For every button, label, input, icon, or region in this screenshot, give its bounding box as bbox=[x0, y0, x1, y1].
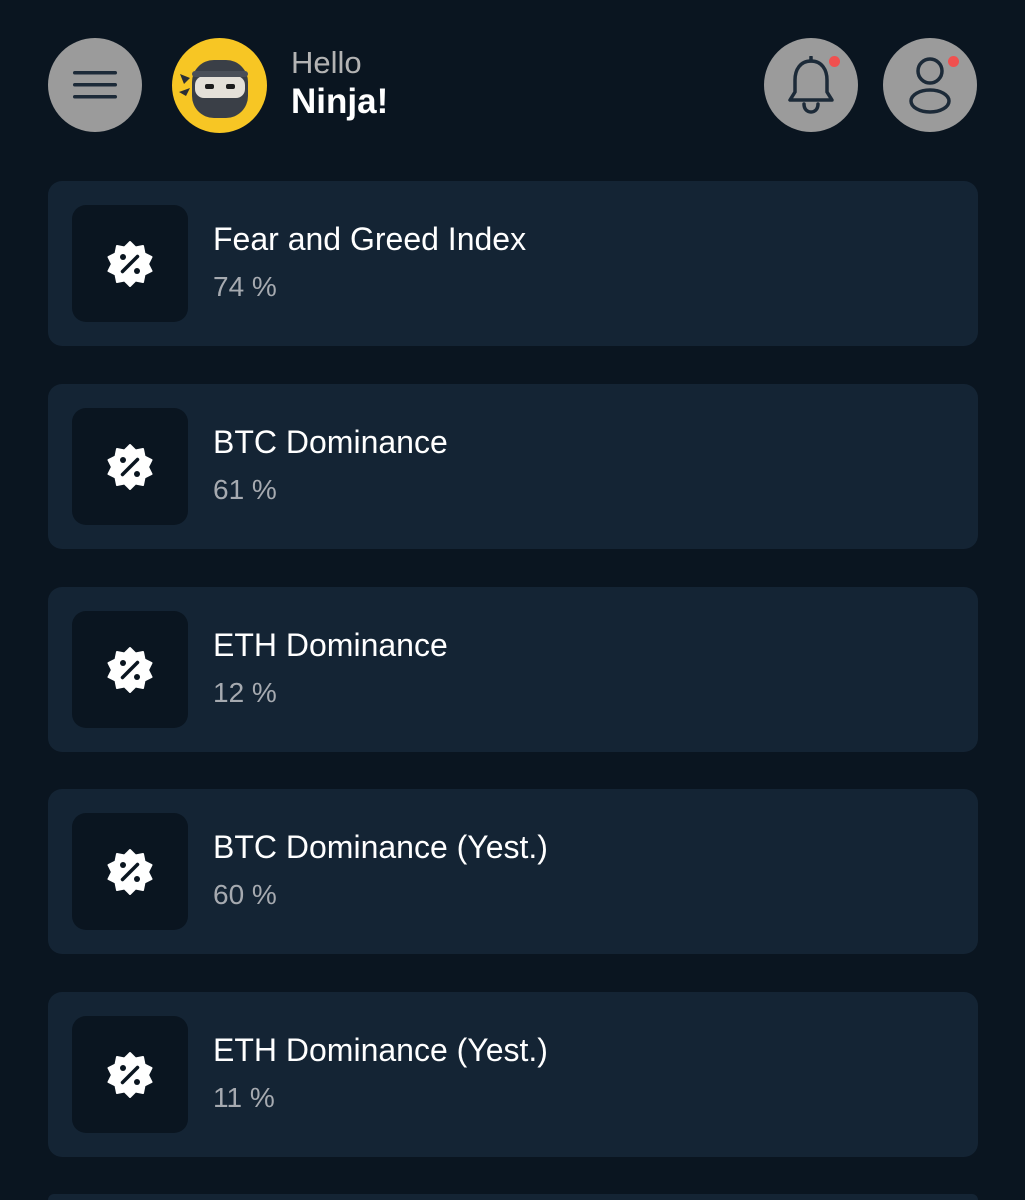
percent-badge-icon bbox=[107, 848, 153, 895]
percent-badge-icon bbox=[107, 1051, 153, 1098]
metric-icon-box bbox=[72, 1016, 188, 1133]
metric-value: 12 % bbox=[213, 677, 277, 708]
metric-value: 61 % bbox=[213, 474, 277, 505]
metric-icon-box bbox=[72, 611, 188, 728]
metric-icon-box bbox=[72, 813, 188, 930]
metric-icon-box bbox=[72, 205, 188, 322]
notification-dot bbox=[829, 56, 840, 67]
hamburger-menu-icon bbox=[73, 71, 117, 99]
menu-button[interactable] bbox=[48, 38, 142, 132]
metric-card-fear-greed[interactable]: Fear and Greed Index 74 % bbox=[48, 181, 978, 346]
metric-value: 74 % bbox=[213, 271, 277, 302]
profile-button[interactable] bbox=[883, 38, 977, 132]
metric-card-partial[interactable] bbox=[48, 1194, 978, 1200]
notifications-button[interactable] bbox=[764, 38, 858, 132]
notification-dot bbox=[948, 56, 959, 67]
metric-card-btc-dominance[interactable]: BTC Dominance 61 % bbox=[48, 384, 978, 549]
avatar bbox=[172, 38, 267, 133]
percent-badge-icon bbox=[107, 646, 153, 693]
metric-title: Fear and Greed Index bbox=[213, 221, 527, 257]
metric-title: BTC Dominance bbox=[213, 424, 448, 460]
percent-badge-icon bbox=[107, 443, 153, 490]
greeting: Hello Ninja! bbox=[291, 44, 388, 122]
metric-value: 11 % bbox=[213, 1082, 275, 1113]
user-icon bbox=[909, 57, 951, 114]
user-name: Ninja! bbox=[291, 82, 389, 121]
metric-title: ETH Dominance (Yest.) bbox=[213, 1032, 548, 1068]
metric-value: 60 % bbox=[213, 879, 277, 910]
metric-card-eth-dominance-yest[interactable]: ETH Dominance (Yest.) 11 % bbox=[48, 992, 978, 1157]
metric-card-eth-dominance[interactable]: ETH Dominance 12 % bbox=[48, 587, 978, 752]
percent-badge-icon bbox=[107, 240, 153, 287]
metric-title: BTC Dominance (Yest.) bbox=[213, 829, 548, 865]
metric-icon-box bbox=[72, 408, 188, 525]
metric-card-btc-dominance-yest[interactable]: BTC Dominance (Yest.) 60 % bbox=[48, 789, 978, 954]
app-header: Hello Ninja! bbox=[0, 0, 1025, 170]
ninja-avatar-icon bbox=[179, 60, 248, 118]
metric-title: ETH Dominance bbox=[213, 627, 448, 663]
greeting-hello: Hello bbox=[291, 45, 362, 80]
